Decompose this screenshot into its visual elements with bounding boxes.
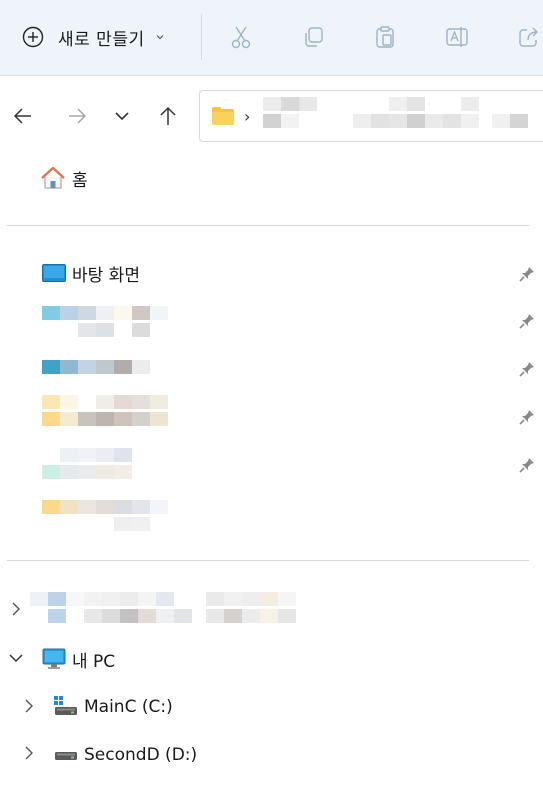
chevron-right-icon[interactable]	[8, 601, 24, 617]
sidebar-item-this-pc[interactable]: 내 PC	[42, 645, 115, 673]
chevron-right-icon[interactable]	[21, 745, 37, 761]
sidebar-item-desktop[interactable]: 바탕 화면	[42, 259, 140, 287]
command-bar: 새로 만들기	[0, 0, 543, 76]
pin-icon[interactable]	[518, 456, 536, 474]
breadcrumb-separator: ›	[244, 106, 251, 126]
chevron-down-icon	[156, 35, 164, 40]
sidebar-item-pinned-redacted[interactable]	[42, 448, 132, 484]
chevron-right-icon[interactable]	[21, 698, 37, 714]
sidebar-item-drive-d[interactable]: SecondD (D:)	[54, 741, 197, 769]
folder-icon	[212, 107, 234, 125]
up-button[interactable]	[153, 100, 183, 132]
divider	[7, 225, 529, 226]
sidebar-item-label: 홈	[72, 170, 88, 191]
sidebar-item-label: 내 PC	[72, 651, 116, 672]
windows-drive-icon	[54, 696, 77, 715]
paste-button[interactable]	[370, 22, 400, 52]
up-arrow-icon	[160, 106, 176, 125]
sidebar-item-label: 바탕 화면	[72, 265, 140, 286]
pin-icon[interactable]	[518, 265, 536, 283]
rename-icon	[446, 27, 468, 47]
paste-icon	[376, 26, 394, 48]
sidebar-item-label: SecondD (D:)	[84, 745, 198, 765]
copy-icon	[305, 27, 323, 47]
sidebar-item-home[interactable]: 홈	[40, 164, 88, 192]
copy-button[interactable]	[298, 22, 328, 52]
drive-icon	[55, 752, 77, 760]
recent-locations-button[interactable]	[107, 100, 137, 132]
sidebar-item-pinned-redacted[interactable]	[42, 306, 168, 342]
sidebar-item-pinned-redacted[interactable]	[42, 395, 168, 431]
pin-icon[interactable]	[518, 312, 536, 330]
toolbar-separator	[201, 14, 202, 60]
sidebar-item-pinned-redacted[interactable]	[42, 500, 168, 536]
chevron-down-icon[interactable]	[8, 650, 24, 666]
sidebar-item-pinned-redacted[interactable]	[42, 360, 150, 378]
pin-icon[interactable]	[518, 360, 536, 378]
pin-icon[interactable]	[518, 408, 536, 426]
home-icon	[41, 166, 65, 189]
share-button[interactable]	[514, 22, 543, 52]
rename-button[interactable]	[442, 22, 472, 52]
recent-dropdown-icon	[115, 112, 129, 121]
forward-button[interactable]	[62, 100, 92, 132]
share-icon	[519, 27, 538, 47]
new-button[interactable]: 새로 만들기	[12, 18, 187, 56]
cut-icon	[231, 26, 251, 49]
divider	[7, 560, 529, 561]
back-arrow-icon	[13, 108, 31, 124]
forward-arrow-icon	[69, 108, 87, 124]
cut-button[interactable]	[226, 22, 256, 52]
sidebar-item-network-redacted[interactable]	[30, 592, 310, 628]
sidebar-item-drive-c[interactable]: MainC (C:)	[54, 693, 173, 721]
plus-circle-icon	[22, 26, 44, 48]
sidebar-item-label: MainC (C:)	[84, 697, 173, 717]
back-button[interactable]	[8, 100, 38, 132]
desktop-icon	[42, 264, 66, 282]
computer-icon	[42, 648, 66, 669]
new-button-label: 새로 만들기	[58, 29, 145, 50]
